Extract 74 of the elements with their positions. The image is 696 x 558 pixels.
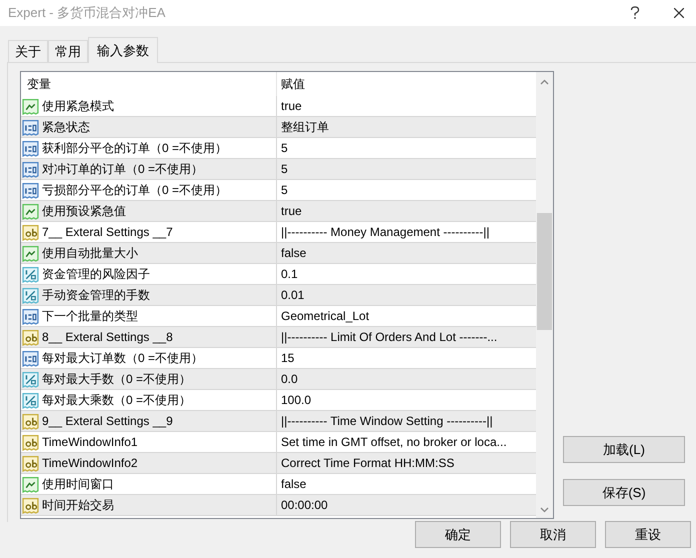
- variable-value[interactable]: true: [281, 97, 302, 115]
- variable-name: 使用时间窗口: [42, 476, 114, 493]
- scroll-up-icon[interactable]: [540, 79, 549, 85]
- variable-name: TimeWindowInfo2: [42, 455, 138, 472]
- variable-value[interactable]: ||---------- Time Window Setting ----------||: [281, 412, 493, 430]
- number-type-icon: [22, 140, 39, 156]
- number-type-icon: [22, 182, 39, 198]
- number-type-icon: [22, 308, 39, 324]
- fraction-type-icon: [22, 266, 39, 282]
- variable-name: 8__ Exteral Settings __8: [42, 329, 173, 346]
- variable-name: 获利部分平仓的订单（0 =不使用）: [42, 140, 228, 157]
- dialog-button[interactable]: 确定: [415, 521, 501, 548]
- variable-value[interactable]: false: [281, 244, 306, 262]
- variable-name: 下一个批量的类型: [42, 308, 138, 325]
- variable-name: 使用紧急模式: [42, 98, 114, 115]
- variable-value[interactable]: false: [281, 475, 306, 493]
- variable-value[interactable]: ||---------- Limit Of Orders And Lot -------...: [281, 328, 498, 346]
- variable-value[interactable]: 0.1: [281, 265, 298, 283]
- variable-value[interactable]: 5: [281, 139, 288, 157]
- dialog-button[interactable]: 重设: [605, 521, 691, 548]
- fraction-type-icon: [22, 286, 39, 304]
- tab[interactable]: 关于: [8, 40, 48, 62]
- variable-value[interactable]: 5: [281, 181, 288, 199]
- help-icon[interactable]: [630, 6, 640, 20]
- number-type-icon: [22, 118, 39, 136]
- dialog-button[interactable]: 加载(L): [563, 436, 685, 463]
- variable-value[interactable]: 00:00:00: [281, 496, 328, 514]
- variable-value[interactable]: 15: [281, 349, 294, 367]
- variable-name: 9__ Exteral Settings __9: [42, 413, 173, 430]
- variable-name: 7__ Exteral Settings __7: [42, 224, 173, 241]
- variable-name: 亏损部分平仓的订单（0 =不使用）: [42, 182, 228, 199]
- variable-value[interactable]: 0.01: [281, 286, 304, 304]
- scrollbar[interactable]: [536, 72, 553, 518]
- column-header[interactable]: 赋值: [277, 72, 536, 96]
- variable-value[interactable]: 5: [281, 160, 288, 178]
- toggle-type-icon: [22, 98, 39, 114]
- variable-name: 时间开始交易: [42, 497, 114, 514]
- variable-name: 使用自动批量大小: [42, 245, 138, 262]
- variable-value[interactable]: 整组订单: [281, 118, 329, 136]
- variable-name: 紧急状态: [42, 119, 90, 136]
- tab[interactable]: 常用: [48, 40, 88, 62]
- variable-name: 对冲订单的订单（0 =不使用）: [42, 161, 204, 178]
- variable-value[interactable]: ||---------- Money Management ----------||: [281, 223, 490, 241]
- dialog-button[interactable]: 保存(S): [563, 479, 685, 506]
- variable-name: 每对最大订单数（0 =不使用）: [42, 350, 204, 367]
- text-type-icon: [22, 454, 39, 472]
- number-type-icon: [22, 160, 39, 178]
- variable-name: 使用预设紧急值: [42, 203, 126, 220]
- fraction-type-icon: [22, 370, 39, 388]
- variable-name: 资金管理的风险因子: [42, 266, 150, 283]
- number-type-icon: [22, 350, 39, 366]
- fraction-type-icon: [22, 392, 39, 408]
- variable-value[interactable]: Set time in GMT offset, no broker or loca...: [281, 433, 507, 451]
- variable-value[interactable]: 0.0: [281, 370, 298, 388]
- close-icon[interactable]: [674, 8, 684, 18]
- variable-name: 每对最大乘数（0 =不使用）: [42, 392, 192, 409]
- variable-name: 每对最大手数（0 =不使用）: [42, 371, 192, 388]
- text-type-icon: [22, 496, 39, 514]
- dialog-button[interactable]: 取消: [510, 521, 596, 548]
- text-type-icon: [22, 434, 39, 450]
- text-type-icon: [22, 412, 39, 430]
- tab[interactable]: 输入参数: [88, 37, 158, 63]
- variable-value[interactable]: 100.0: [281, 391, 312, 409]
- variable-name: TimeWindowInfo1: [42, 434, 138, 451]
- scroll-down-icon[interactable]: [540, 507, 549, 513]
- variable-value[interactable]: Geometrical_Lot: [281, 307, 370, 325]
- text-type-icon: [22, 224, 39, 240]
- window-title: Expert - 多货币混合对冲EA: [8, 4, 166, 22]
- toggle-type-icon: [22, 476, 39, 492]
- variable-value[interactable]: Correct Time Format HH:MM:SS: [281, 454, 454, 472]
- variable-value[interactable]: true: [281, 202, 302, 220]
- variable-name: 手动资金管理的手数: [42, 287, 150, 304]
- text-type-icon: [22, 328, 39, 346]
- scrollbar-thumb[interactable]: [537, 213, 552, 330]
